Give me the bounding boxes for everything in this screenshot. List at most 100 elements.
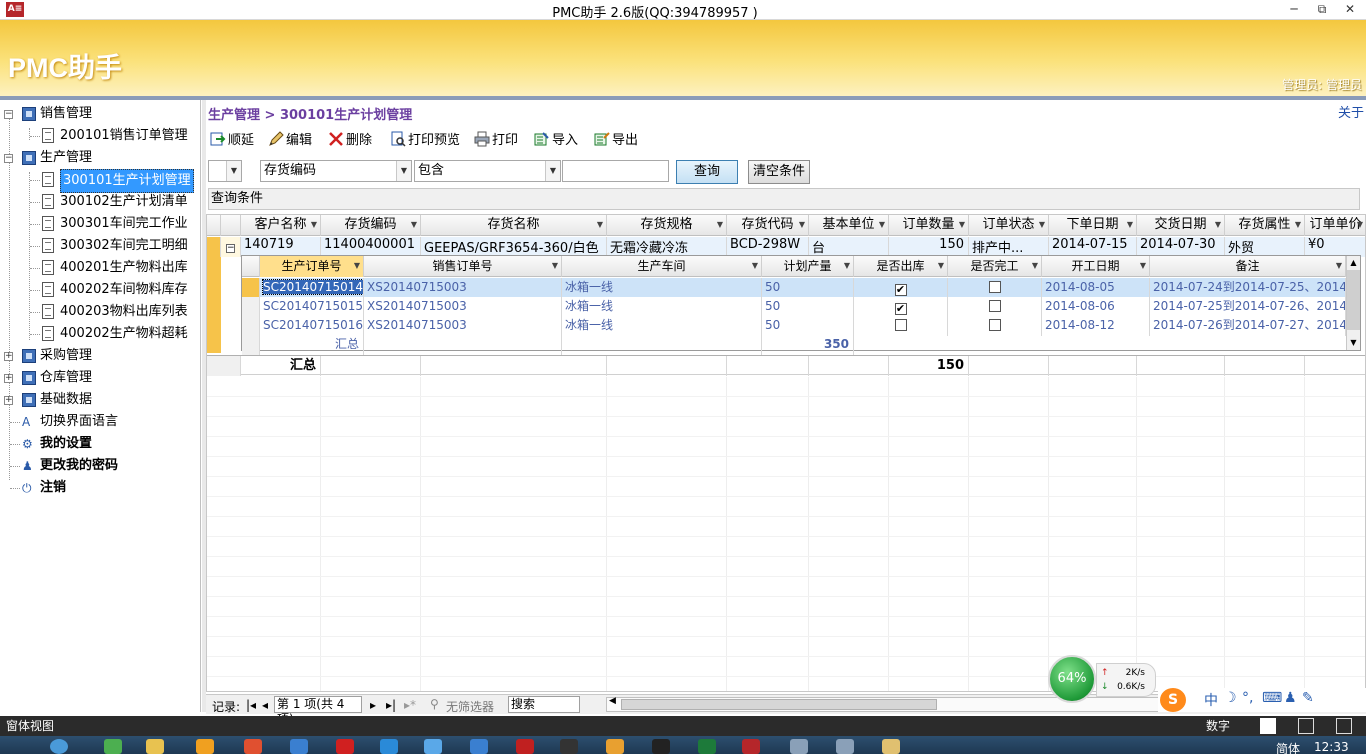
tree-item[interactable]: 400202车间物料库存 bbox=[0, 279, 200, 301]
production-order-cell[interactable]: SC20140715014 bbox=[260, 278, 364, 298]
table-cell[interactable]: 台 bbox=[809, 237, 889, 257]
is-finished-checkbox[interactable] bbox=[988, 281, 1001, 293]
print-button[interactable]: 打印 bbox=[474, 130, 518, 152]
production-order-cell[interactable]: SC20140715015 bbox=[260, 297, 364, 317]
table-cell[interactable]: 140719 bbox=[241, 237, 321, 257]
chevron-down-icon[interactable]: ▼ bbox=[1357, 215, 1363, 235]
scroll-thumb[interactable] bbox=[1347, 270, 1360, 330]
tree-item[interactable]: − 销售管理 bbox=[0, 103, 200, 125]
remark-cell[interactable]: 2014-07-25到2014-07-26、2014-0 bbox=[1150, 297, 1346, 317]
chevron-down-icon[interactable]: ▼ bbox=[411, 215, 417, 235]
record-selector[interactable] bbox=[207, 237, 221, 257]
start-date-cell[interactable]: 2014-08-06 bbox=[1042, 297, 1150, 317]
sub-column-header[interactable]: 开工日期 ▼ bbox=[1042, 256, 1150, 277]
sub-column-header[interactable]: 生产订单号 ▼ bbox=[260, 256, 364, 277]
taskbar-app-icon[interactable] bbox=[336, 739, 354, 754]
new-record-button[interactable]: ▸* bbox=[404, 698, 416, 712]
taskbar-app-icon[interactable] bbox=[652, 739, 670, 754]
scroll-left-icon[interactable]: ◀ bbox=[609, 696, 616, 706]
tree-item[interactable]: + 基础数据 bbox=[0, 389, 200, 411]
column-header[interactable]: 客户名称 ▼ bbox=[241, 215, 321, 236]
is-issued-checkbox[interactable] bbox=[894, 319, 907, 331]
form-view-icon[interactable] bbox=[1260, 718, 1276, 734]
sub-column-header[interactable]: 是否完工 ▼ bbox=[948, 256, 1042, 277]
field-select[interactable]: 存货编码 ▼ bbox=[260, 160, 412, 182]
tree-item[interactable]: 300301车间完工作业 bbox=[0, 213, 200, 235]
table-cell[interactable]: 2014-07-15 bbox=[1049, 237, 1137, 257]
is-issued-cell[interactable] bbox=[854, 316, 948, 336]
delete-button[interactable]: 删除 bbox=[328, 130, 372, 152]
taskbar-app-icon[interactable] bbox=[146, 739, 164, 754]
table-cell[interactable]: 无霜冷藏冷冻箱/BEI bbox=[607, 237, 727, 257]
column-header[interactable]: 存货名称 ▼ bbox=[421, 215, 607, 236]
tree-expander-icon[interactable]: + bbox=[4, 352, 13, 361]
tree-item[interactable]: 400203物料出库列表 bbox=[0, 301, 200, 323]
tree-item[interactable]: − 生产管理 bbox=[0, 147, 200, 169]
sales-order-cell[interactable]: XS20140715003 bbox=[364, 278, 562, 298]
operator-select[interactable]: 包含 ▼ bbox=[414, 160, 561, 182]
column-header[interactable]: 存货属性 ▼ bbox=[1225, 215, 1305, 236]
start-date-cell[interactable]: 2014-08-12 bbox=[1042, 316, 1150, 336]
is-finished-checkbox[interactable] bbox=[988, 319, 1001, 331]
table-cell[interactable]: BCD-298W bbox=[727, 237, 809, 257]
planned-qty-cell[interactable]: 50 bbox=[762, 297, 854, 317]
column-header[interactable]: 交货日期 ▼ bbox=[1137, 215, 1225, 236]
tree-expander-icon[interactable]: − bbox=[4, 110, 13, 119]
chevron-down-icon[interactable]: ▼ bbox=[717, 215, 723, 235]
first-record-button[interactable]: |◂ bbox=[246, 698, 256, 712]
chevron-down-icon[interactable]: ▼ bbox=[552, 256, 558, 276]
scroll-up-icon[interactable]: ▲ bbox=[1347, 256, 1360, 270]
design-view-icon[interactable] bbox=[1336, 718, 1352, 734]
table-row[interactable]: SC20140715014 XS20140715003 冰箱一线 50 ✔ 2014-08… bbox=[242, 278, 1346, 298]
chevron-down-icon[interactable]: ▼ bbox=[311, 215, 317, 235]
scroll-down-icon[interactable]: ▼ bbox=[1347, 336, 1360, 350]
sub-column-header[interactable]: 备注 ▼ bbox=[1150, 256, 1346, 277]
is-finished-cell[interactable] bbox=[948, 297, 1042, 317]
tree-expander-icon[interactable]: + bbox=[4, 396, 13, 405]
chevron-down-icon[interactable]: ▼ bbox=[799, 215, 805, 235]
taskbar-app-icon[interactable] bbox=[836, 739, 854, 754]
prev-record-button[interactable]: ◂ bbox=[262, 698, 268, 712]
workshop-cell[interactable]: 冰箱一线 bbox=[562, 278, 762, 298]
chevron-down-icon[interactable]: ▼ bbox=[1336, 256, 1342, 276]
taskbar-app-icon[interactable] bbox=[560, 739, 578, 754]
scroll-thumb[interactable] bbox=[621, 699, 937, 710]
chevron-down-icon[interactable]: ▼ bbox=[879, 215, 885, 235]
taskbar-app-icon[interactable] bbox=[290, 739, 308, 754]
tree-item[interactable]: 300302车间完工明细 bbox=[0, 235, 200, 257]
ime-keyboard-icon[interactable]: ⌨ bbox=[1262, 690, 1282, 706]
is-issued-cell[interactable]: ✔ bbox=[854, 297, 948, 317]
taskbar-language[interactable]: 简体 bbox=[1276, 740, 1300, 754]
tree-item[interactable]: ⚙ 我的设置 bbox=[0, 433, 200, 455]
column-header[interactable]: 存货编码 ▼ bbox=[321, 215, 421, 236]
sogou-logo-icon[interactable]: S bbox=[1160, 688, 1186, 712]
is-finished-cell[interactable] bbox=[948, 278, 1042, 298]
restore-button[interactable]: ⧉ bbox=[1310, 1, 1334, 18]
taskbar-clock[interactable]: 12:33 bbox=[1314, 740, 1349, 754]
tree-expander-icon[interactable]: + bbox=[4, 374, 13, 383]
print-preview-button[interactable]: 打印预览 bbox=[390, 130, 460, 152]
chevron-down-icon[interactable]: ▼ bbox=[1215, 215, 1221, 235]
taskbar-app-icon[interactable] bbox=[516, 739, 534, 754]
taskbar-app-icon[interactable] bbox=[606, 739, 624, 754]
taskbar-app-icon[interactable] bbox=[424, 739, 442, 754]
taskbar-app-icon[interactable] bbox=[470, 739, 488, 754]
search-input[interactable]: 搜索 bbox=[508, 696, 580, 713]
edit-button[interactable]: 编辑 bbox=[268, 130, 312, 152]
column-header[interactable]: 订单状态 ▼ bbox=[969, 215, 1049, 236]
tree-expander-icon[interactable]: − bbox=[4, 154, 13, 163]
datasheet-view-icon[interactable] bbox=[1298, 718, 1314, 734]
tree-item[interactable]: ♟ 更改我的密码 bbox=[0, 455, 200, 477]
table-cell[interactable]: GEEPAS/GRF3654-360/白色 bbox=[421, 237, 607, 257]
close-button[interactable]: ✕ bbox=[1338, 1, 1362, 18]
is-finished-checkbox[interactable] bbox=[988, 300, 1001, 312]
sub-column-header[interactable]: 生产车间 ▼ bbox=[562, 256, 762, 277]
chevron-down-icon[interactable]: ▼ bbox=[938, 256, 944, 276]
record-selector[interactable] bbox=[242, 297, 260, 317]
ime-tools-icon[interactable]: ✎ bbox=[1302, 690, 1314, 706]
minimize-button[interactable]: ─ bbox=[1282, 1, 1306, 18]
ime-language-toggle[interactable]: 中 bbox=[1204, 690, 1218, 710]
production-order-cell[interactable]: SC20140715016 bbox=[260, 316, 364, 336]
workshop-cell[interactable]: 冰箱一线 bbox=[562, 316, 762, 336]
sub-select-all-corner[interactable] bbox=[242, 256, 260, 277]
